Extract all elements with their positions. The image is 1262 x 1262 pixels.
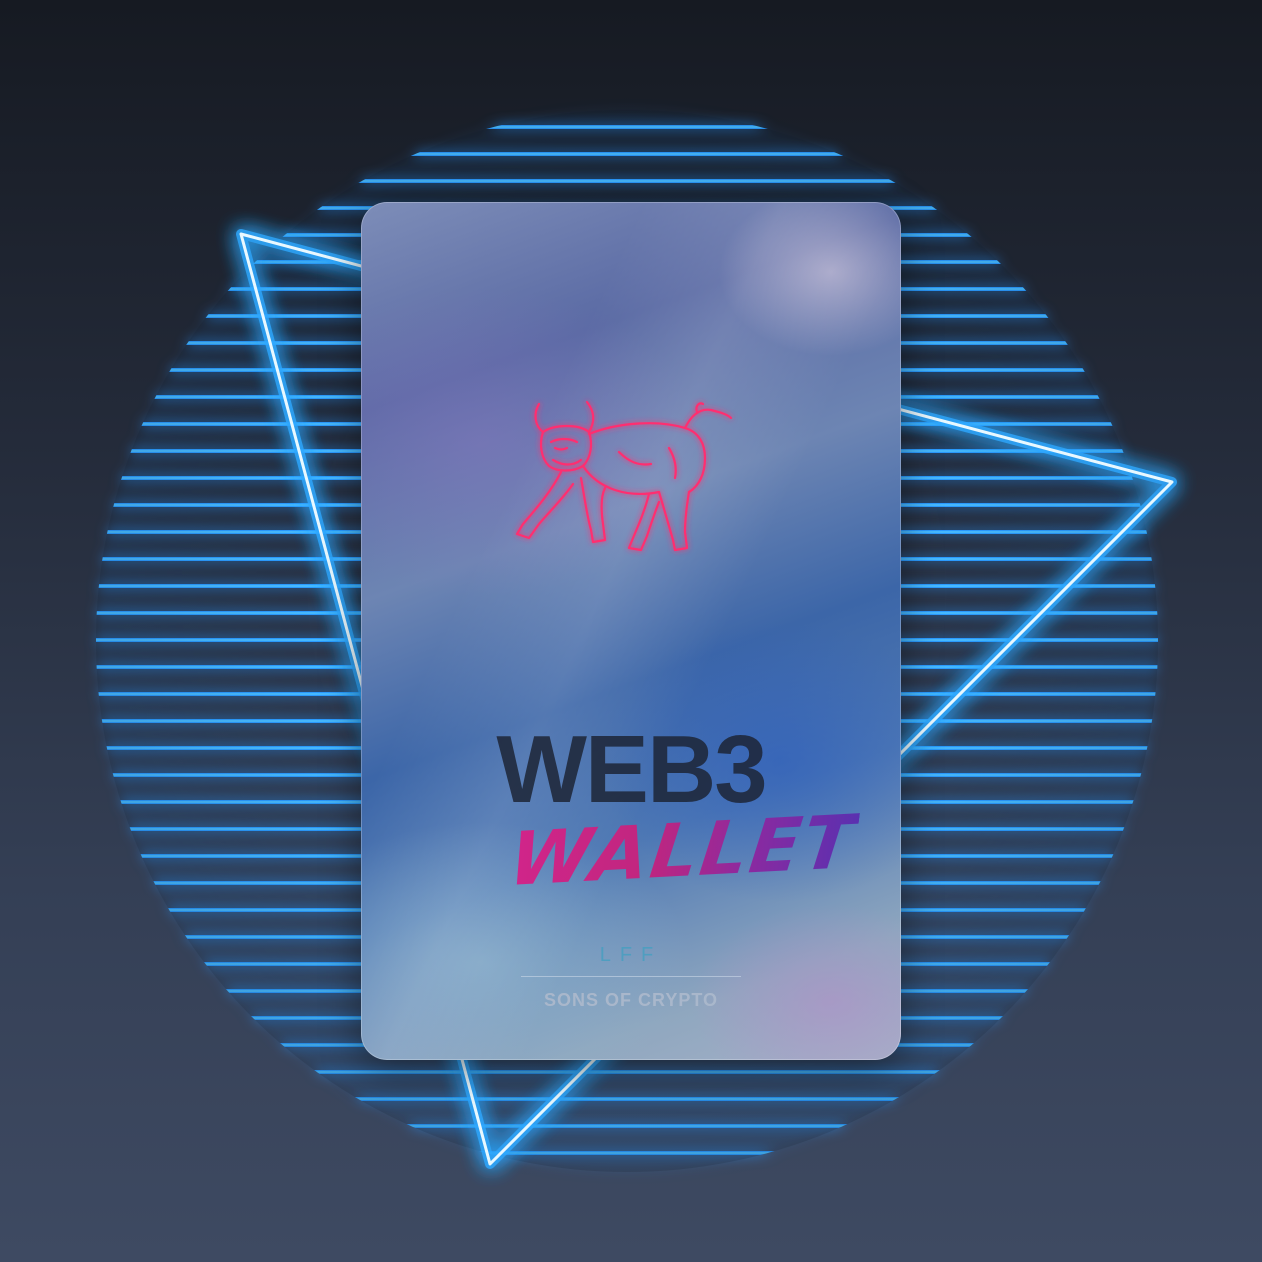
bull-icon [515, 400, 733, 552]
card-sheen [361, 202, 901, 1060]
artwork-scene: WEB3 WALLET LFF SONS OF CRYPTO [0, 0, 1262, 1262]
card-title-wallet: WALLET [504, 799, 862, 903]
wallet-card: WEB3 WALLET LFF SONS OF CRYPTO [361, 202, 901, 1060]
card-tagline: LFF [599, 944, 663, 966]
card-divider [521, 976, 741, 977]
card-brand: SONS OF CRYPTO [543, 990, 719, 1010]
